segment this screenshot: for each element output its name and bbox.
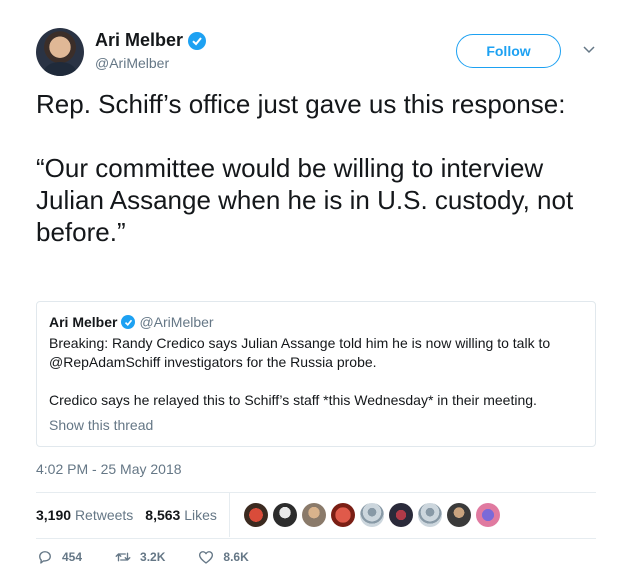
liker-avatars xyxy=(243,503,500,527)
likes-count: 8,563 xyxy=(145,507,181,523)
like-button[interactable]: 8.6K xyxy=(197,548,249,566)
quoted-author-name: Ari Melber xyxy=(49,314,118,330)
quoted-tweet-text: Breaking: Randy Credico says Julian Assa… xyxy=(49,335,551,408)
liker-avatar[interactable] xyxy=(301,503,326,527)
tweet-stats: 3,190 Retweets 8,563 Likes xyxy=(36,493,596,537)
quoted-tweet[interactable]: Ari Melber @AriMelber Breaking: Randy Cr… xyxy=(36,301,596,447)
retweet-icon xyxy=(115,552,131,562)
author-handle[interactable]: @AriMelber xyxy=(95,55,206,71)
retweets-stat[interactable]: 3,190 Retweets xyxy=(36,507,133,523)
liker-avatar[interactable] xyxy=(359,503,384,527)
verified-badge-icon xyxy=(188,31,207,50)
liker-avatar[interactable] xyxy=(272,503,297,527)
liker-avatar[interactable] xyxy=(330,503,355,527)
liker-avatar[interactable] xyxy=(417,503,442,527)
likes-stat[interactable]: 8,563 Likes xyxy=(145,507,217,523)
liker-avatar[interactable] xyxy=(446,503,471,527)
author-name-row[interactable]: Ari Melber xyxy=(95,30,207,51)
retweet-count: 3.2K xyxy=(140,550,166,564)
retweet-button[interactable]: 3.2K xyxy=(114,548,165,566)
verified-badge-icon xyxy=(121,315,136,329)
tweet-timestamp[interactable]: 4:02 PM - 25 May 2018 xyxy=(36,461,182,477)
liker-avatar[interactable] xyxy=(243,503,268,527)
likes-label: Likes xyxy=(184,507,217,523)
heart-icon xyxy=(199,551,214,564)
author-info[interactable]: Ari Melber @AriMelber xyxy=(95,30,207,71)
reply-count: 454 xyxy=(62,550,83,564)
divider xyxy=(36,538,596,539)
liker-avatar[interactable] xyxy=(388,503,413,527)
author-avatar[interactable] xyxy=(36,28,84,76)
liker-avatar[interactable] xyxy=(475,503,500,527)
author-name[interactable]: Ari Melber xyxy=(95,30,183,51)
reply-icon xyxy=(39,551,51,564)
chevron-down-icon[interactable] xyxy=(581,42,597,58)
stats-separator xyxy=(228,493,230,537)
like-count: 8.6K xyxy=(223,550,249,564)
follow-button[interactable]: Follow xyxy=(456,34,561,68)
retweets-label: Retweets xyxy=(74,507,134,523)
tweet-text: Rep. Schiff’s office just gave us this r… xyxy=(36,89,574,247)
reply-button[interactable]: 454 xyxy=(36,548,82,566)
quoted-tweet-header: Ari Melber @AriMelber xyxy=(49,314,583,330)
retweets-count: 3,190 xyxy=(36,507,72,523)
show-thread-link[interactable]: Show this thread xyxy=(49,417,583,433)
quoted-author-handle: @AriMelber xyxy=(139,314,214,330)
tweet-actions: 454 3.2K 8.6K xyxy=(36,548,281,566)
tweet-header: Ari Melber @AriMelber Follow xyxy=(36,26,597,78)
